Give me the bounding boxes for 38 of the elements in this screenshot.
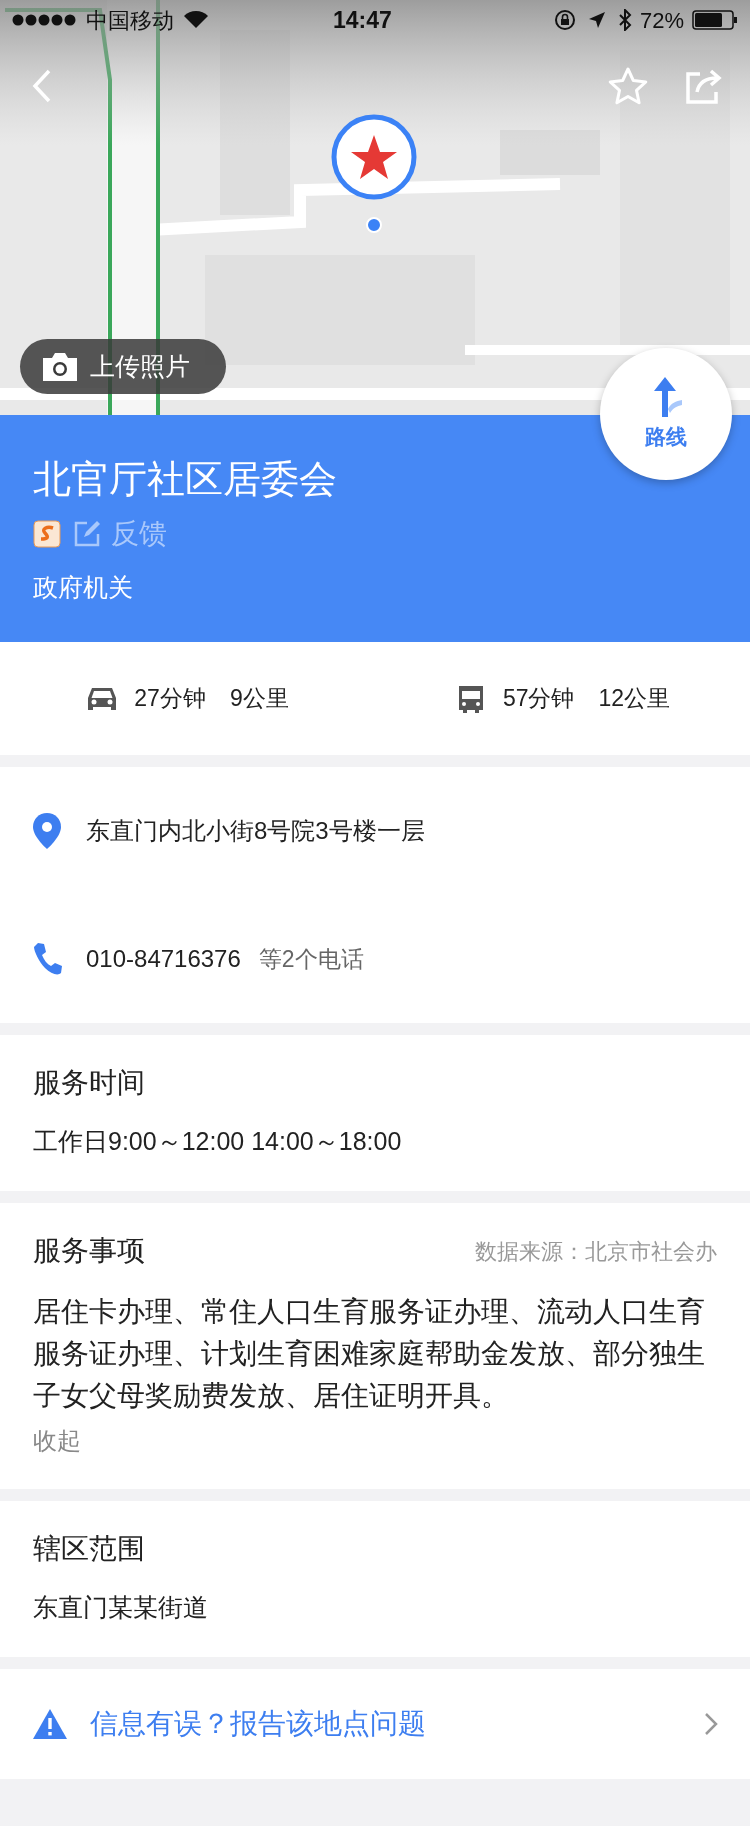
star-icon bbox=[608, 67, 648, 105]
section-title: 服务事项 bbox=[33, 1234, 145, 1268]
address-text: 东直门内北小街8号院3号楼一层 bbox=[86, 816, 425, 846]
back-icon bbox=[32, 69, 52, 103]
battery-icon bbox=[692, 10, 738, 30]
signal-icon bbox=[12, 14, 78, 26]
battery-percent: 72% bbox=[639, 6, 684, 35]
warning-icon bbox=[32, 1708, 68, 1740]
place-name: 北官厅社区居委会 bbox=[33, 457, 338, 501]
clock-time: 14:47 bbox=[333, 5, 392, 35]
location-arrow-icon bbox=[587, 11, 606, 29]
map-pin-icon bbox=[331, 114, 417, 234]
carrier-name: 中国移动 bbox=[86, 6, 174, 35]
chevron-right-icon bbox=[704, 1712, 718, 1736]
collapse-link[interactable]: 收起 bbox=[33, 1423, 81, 1459]
more-phones-text[interactable]: 等2个电话 bbox=[258, 941, 364, 977]
hours-text: 工作日9:00～12:00 14:00～18:00 bbox=[33, 1126, 403, 1157]
location-pin-icon bbox=[32, 812, 62, 850]
source-logo-icon bbox=[33, 520, 61, 548]
travel-option[interactable]: 57分钟 12公里 bbox=[375, 681, 750, 716]
upload-photo-button[interactable]: 上传照片 bbox=[20, 339, 226, 394]
place-category: 政府机关 bbox=[33, 572, 134, 603]
section-title: 辖区范围 bbox=[33, 1532, 145, 1566]
data-source-text: 数据来源：北京市社会办 bbox=[475, 1237, 717, 1266]
share-icon bbox=[685, 68, 723, 104]
travel-option[interactable]: 27分钟 9公里 bbox=[0, 681, 375, 716]
services-text: 居住卡办理、常住人口生育服务证办理、流动人口生育服务证办理、计划生育困难家庭帮助金发放、部分独生子女父母奖励费发放、居住证明开具。 bbox=[33, 1295, 706, 1413]
camera-icon bbox=[40, 350, 80, 383]
report-problem-row[interactable]: 信息有误？报告该地点问题 bbox=[0, 1669, 750, 1779]
route-button[interactable]: 路线 bbox=[600, 348, 732, 480]
phone-icon bbox=[32, 942, 62, 976]
rotation-lock-icon bbox=[553, 9, 576, 31]
edit-icon bbox=[73, 520, 101, 548]
area-text: 东直门某某街道 bbox=[33, 1592, 209, 1623]
phone-number[interactable]: 010-84716376 bbox=[86, 941, 241, 977]
section-title: 服务时间 bbox=[33, 1066, 145, 1100]
bluetooth-icon bbox=[617, 9, 632, 31]
wifi-icon bbox=[184, 11, 208, 29]
